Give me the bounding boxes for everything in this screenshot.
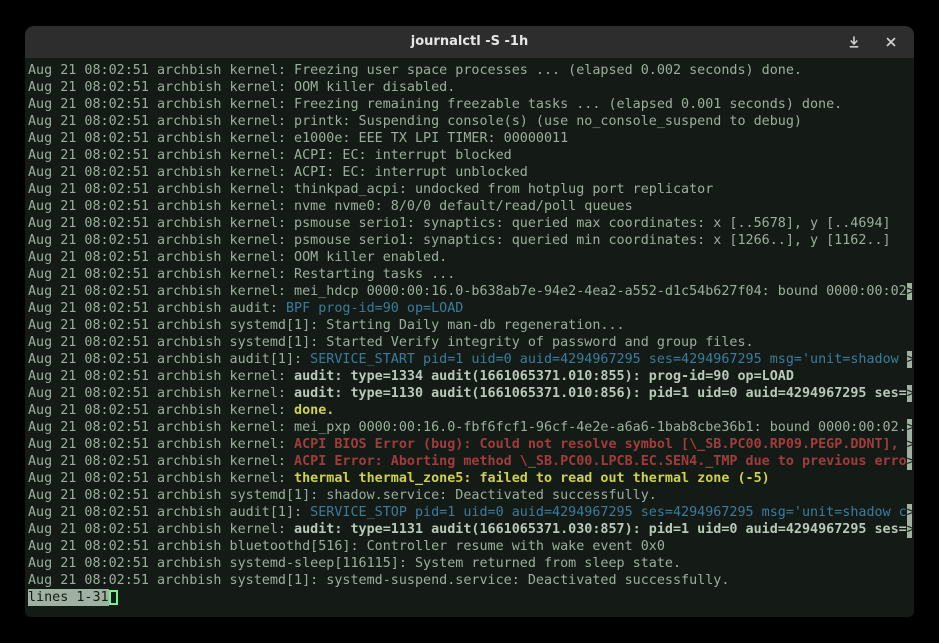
log-segment: Aug 21 08:02:51 archbish kernel:: [28, 385, 294, 402]
log-line: Aug 21 08:02:51 archbish kernel: mei_hdc…: [28, 283, 912, 300]
log-segment: Aug 21 08:02:51 archbish audit:: [28, 300, 286, 317]
log-line: Aug 21 08:02:51 archbish kernel: OOM kil…: [28, 79, 912, 96]
log-line: Aug 21 08:02:51 archbish audit[1]: SERVI…: [28, 351, 912, 368]
log-lines: Aug 21 08:02:51 archbish kernel: Freezin…: [28, 62, 912, 589]
terminal-window: journalctl -S -1h: [25, 26, 914, 617]
log-segment: Aug 21 08:02:51 archbish kernel: mei_pxp…: [28, 419, 907, 436]
log-segment: SERVICE_STOP pid=1 uid=0 auid=4294967295…: [310, 504, 907, 521]
log-segment: Aug 21 08:02:51 archbish kernel:: [28, 368, 294, 385]
log-segment: Aug 21 08:02:51 archbish kernel: nvme nv…: [28, 198, 633, 215]
log-segment: audit: type=1334 audit(1661065371.010:85…: [294, 368, 794, 385]
window-controls: [843, 26, 902, 58]
log-segment: Aug 21 08:02:51 archbish kernel: ACPI: E…: [28, 147, 512, 164]
truncation-marker: >: [907, 436, 912, 453]
log-segment: Aug 21 08:02:51 archbish kernel: mei_hdc…: [28, 283, 907, 300]
log-segment: Aug 21 08:02:51 archbish kernel: e1000e:…: [28, 130, 568, 147]
log-segment: done.: [294, 402, 334, 419]
log-segment: Aug 21 08:02:51 archbish audit[1]:: [28, 504, 310, 521]
terminal-cursor: [109, 590, 118, 605]
log-line: Aug 21 08:02:51 archbish kernel: audit: …: [28, 385, 912, 402]
log-line: Aug 21 08:02:51 archbish kernel: mei_pxp…: [28, 419, 912, 436]
window-title: journalctl -S -1h: [85, 26, 854, 58]
terminal-output[interactable]: Aug 21 08:02:51 archbish kernel: Freezin…: [25, 58, 914, 617]
log-line: Aug 21 08:02:51 archbish kernel: audit: …: [28, 368, 912, 385]
log-segment: Aug 21 08:02:51 archbish systemd[1]: Sta…: [28, 317, 625, 334]
log-segment: Aug 21 08:02:51 archbish systemd[1]: Sta…: [28, 334, 754, 351]
log-segment: Aug 21 08:02:51 archbish audit[1]:: [28, 351, 310, 368]
log-segment: Aug 21 08:02:51 archbish bluetoothd[516]…: [28, 538, 665, 555]
log-line: Aug 21 08:02:51 archbish kernel: e1000e:…: [28, 130, 912, 147]
log-line: Aug 21 08:02:51 archbish kernel: ACPI Er…: [28, 453, 912, 470]
log-segment: SERVICE_START pid=1 uid=0 auid=429496729…: [310, 351, 907, 368]
log-line: Aug 21 08:02:51 archbish kernel: ACPI: E…: [28, 164, 912, 181]
download-button[interactable]: [843, 31, 865, 53]
log-line: Aug 21 08:02:51 archbish kernel: psmouse…: [28, 215, 912, 232]
log-line: Aug 21 08:02:51 archbish kernel: thinkpa…: [28, 181, 912, 198]
log-segment: Aug 21 08:02:51 archbish systemd[1]: sys…: [28, 572, 729, 589]
truncation-marker: >: [907, 419, 912, 436]
log-segment: BPF prog-id=90 op=LOAD: [286, 300, 463, 317]
log-line: Aug 21 08:02:51 archbish kernel: audit: …: [28, 521, 912, 538]
close-button[interactable]: [880, 31, 902, 53]
desktop-background: journalctl -S -1h: [0, 0, 939, 643]
log-line: Aug 21 08:02:51 archbish kernel: psmouse…: [28, 232, 912, 249]
pager-status: lines 1-31: [28, 589, 109, 606]
log-line: Aug 21 08:02:51 archbish kernel: thermal…: [28, 470, 912, 487]
log-line: Aug 21 08:02:51 archbish systemd[1]: Sta…: [28, 317, 912, 334]
log-segment: thermal thermal_zone5: failed to read ou…: [294, 470, 770, 487]
log-segment: Aug 21 08:02:51 archbish kernel:: [28, 453, 294, 470]
download-icon: [847, 35, 861, 49]
log-segment: Aug 21 08:02:51 archbish kernel: OOM kil…: [28, 79, 455, 96]
log-line: Aug 21 08:02:51 archbish audit[1]: SERVI…: [28, 504, 912, 521]
log-line: Aug 21 08:02:51 archbish kernel: nvme nv…: [28, 198, 912, 215]
log-segment: Aug 21 08:02:51 archbish kernel: psmouse…: [28, 215, 891, 232]
log-line: Aug 21 08:02:51 archbish systemd[1]: sha…: [28, 487, 912, 504]
log-segment: Aug 21 08:02:51 archbish kernel: Freezin…: [28, 96, 842, 113]
log-segment: Aug 21 08:02:51 archbish kernel:: [28, 521, 294, 538]
log-segment: ACPI BIOS Error (bug): Could not resolve…: [294, 436, 907, 453]
log-segment: audit: type=1131 audit(1661065371.030:85…: [294, 521, 907, 538]
log-line: Aug 21 08:02:51 archbish kernel: ACPI: E…: [28, 147, 912, 164]
log-segment: Aug 21 08:02:51 archbish kernel: ACPI: E…: [28, 164, 528, 181]
truncation-marker: >: [907, 283, 912, 300]
log-line: Aug 21 08:02:51 archbish bluetoothd[516]…: [28, 538, 912, 555]
log-segment: Aug 21 08:02:51 archbish kernel: thinkpa…: [28, 181, 713, 198]
log-segment: Aug 21 08:02:51 archbish kernel:: [28, 436, 294, 453]
log-segment: Aug 21 08:02:51 archbish kernel: printk:…: [28, 113, 802, 130]
log-line: Aug 21 08:02:51 archbish kernel: OOM kil…: [28, 249, 912, 266]
log-segment: Aug 21 08:02:51 archbish kernel:: [28, 470, 294, 487]
log-segment: Aug 21 08:02:51 archbish kernel: OOM kil…: [28, 249, 447, 266]
truncation-marker: >: [907, 385, 912, 402]
log-segment: audit: type=1130 audit(1661065371.010:85…: [294, 385, 907, 402]
log-line: Aug 21 08:02:51 archbish kernel: Restart…: [28, 266, 912, 283]
truncation-marker: >: [907, 521, 912, 538]
log-line: Aug 21 08:02:51 archbish kernel: done.: [28, 402, 912, 419]
truncation-marker: >: [907, 453, 912, 470]
log-segment: Aug 21 08:02:51 archbish systemd[1]: sha…: [28, 487, 657, 504]
log-line: Aug 21 08:02:51 archbish kernel: Freezin…: [28, 62, 912, 79]
titlebar[interactable]: journalctl -S -1h: [25, 26, 914, 58]
close-icon: [885, 36, 897, 48]
log-segment: Aug 21 08:02:51 archbish kernel:: [28, 402, 294, 419]
log-line: Aug 21 08:02:51 archbish kernel: Freezin…: [28, 96, 912, 113]
log-segment: ACPI Error: Aborting method \_SB.PC00.LP…: [294, 453, 907, 470]
log-segment: Aug 21 08:02:51 archbish kernel: Restart…: [28, 266, 455, 283]
log-segment: Aug 21 08:02:51 archbish kernel: Freezin…: [28, 62, 802, 79]
log-segment: Aug 21 08:02:51 archbish systemd-sleep[1…: [28, 555, 681, 572]
truncation-marker: >: [907, 504, 912, 521]
log-line: Aug 21 08:02:51 archbish systemd[1]: sys…: [28, 572, 912, 589]
truncation-marker: >: [907, 351, 912, 368]
log-line: Aug 21 08:02:51 archbish systemd-sleep[1…: [28, 555, 912, 572]
log-segment: Aug 21 08:02:51 archbish kernel: psmouse…: [28, 232, 891, 249]
pager-status-line: lines 1-31: [28, 589, 912, 606]
log-line: Aug 21 08:02:51 archbish kernel: printk:…: [28, 113, 912, 130]
log-line: Aug 21 08:02:51 archbish systemd[1]: Sta…: [28, 334, 912, 351]
log-line: Aug 21 08:02:51 archbish audit: BPF prog…: [28, 300, 912, 317]
log-line: Aug 21 08:02:51 archbish kernel: ACPI BI…: [28, 436, 912, 453]
